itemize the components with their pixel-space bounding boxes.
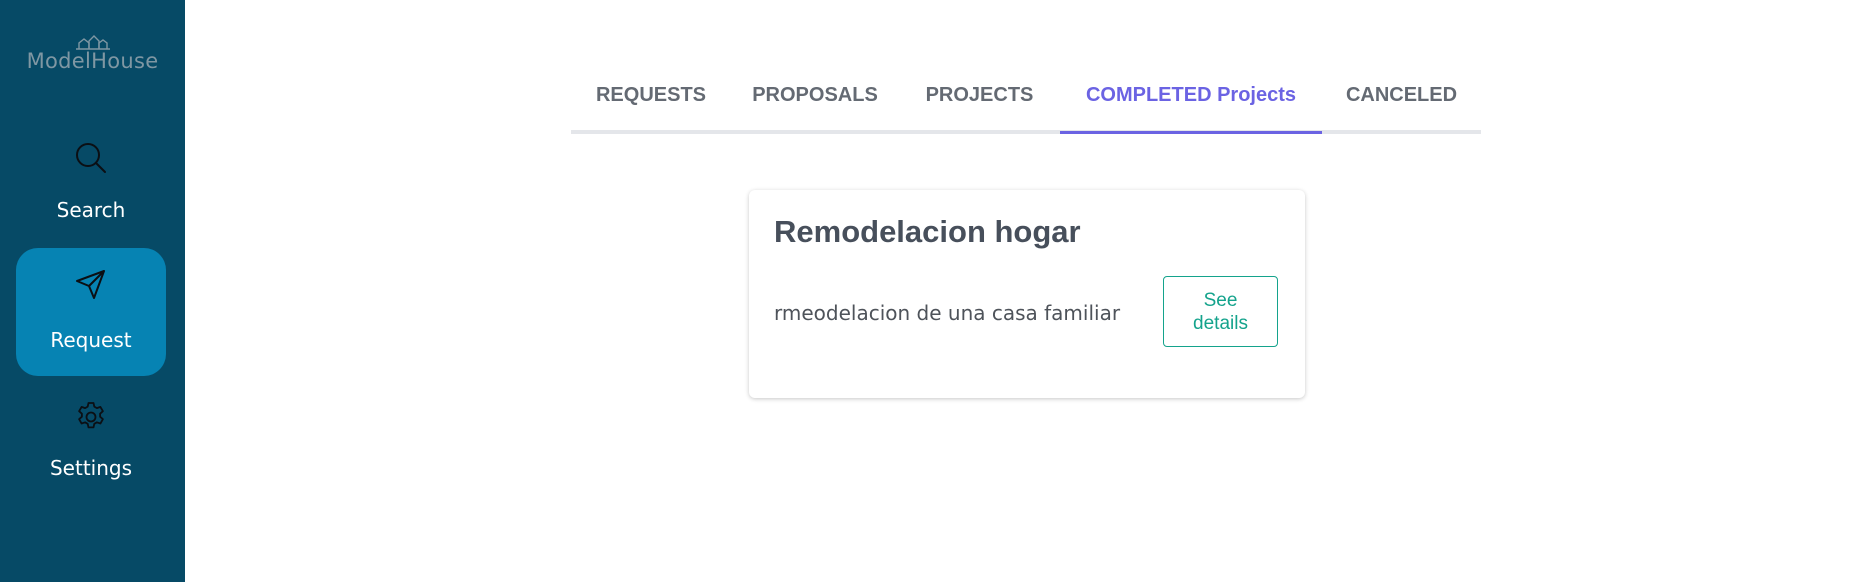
tab-requests[interactable]: REQUESTS — [571, 62, 731, 134]
main-content: REQUESTS PROPOSALS PROJECTS COMPLETED Pr… — [185, 0, 1865, 582]
logo[interactable]: ModelHouse — [0, 34, 185, 72]
gear-icon — [78, 402, 104, 429]
project-card: Remodelacion hogar rmeodelacion de una c… — [749, 190, 1305, 398]
see-details-button[interactable]: See details — [1163, 276, 1278, 347]
house-logo-icon — [75, 35, 110, 50]
project-title: Remodelacion hogar — [774, 214, 1081, 249]
sidebar-item-label: Search — [56, 198, 126, 222]
tab-canceled[interactable]: CANCELED — [1322, 62, 1481, 134]
sidebar-item-search[interactable]: Search — [16, 129, 166, 257]
sidebar-item-settings[interactable]: Settings — [16, 387, 166, 515]
tab-completed-projects[interactable]: COMPLETED Projects — [1060, 62, 1322, 134]
logo-text: ModelHouse — [26, 49, 159, 73]
sidebar: ModelHouse Search Request Settings — [0, 0, 185, 582]
search-icon — [76, 143, 106, 173]
send-icon — [76, 270, 105, 299]
tab-bar: REQUESTS PROPOSALS PROJECTS COMPLETED Pr… — [571, 62, 1481, 134]
sidebar-item-label: Settings — [49, 456, 133, 480]
active-tab-indicator — [1060, 131, 1322, 134]
sidebar-item-label: Request — [50, 328, 132, 352]
tab-projects[interactable]: PROJECTS — [899, 62, 1060, 134]
tab-proposals[interactable]: PROPOSALS — [731, 62, 899, 134]
project-description: rmeodelacion de una casa familiar — [774, 301, 1121, 325]
sidebar-item-request[interactable]: Request — [16, 248, 166, 376]
